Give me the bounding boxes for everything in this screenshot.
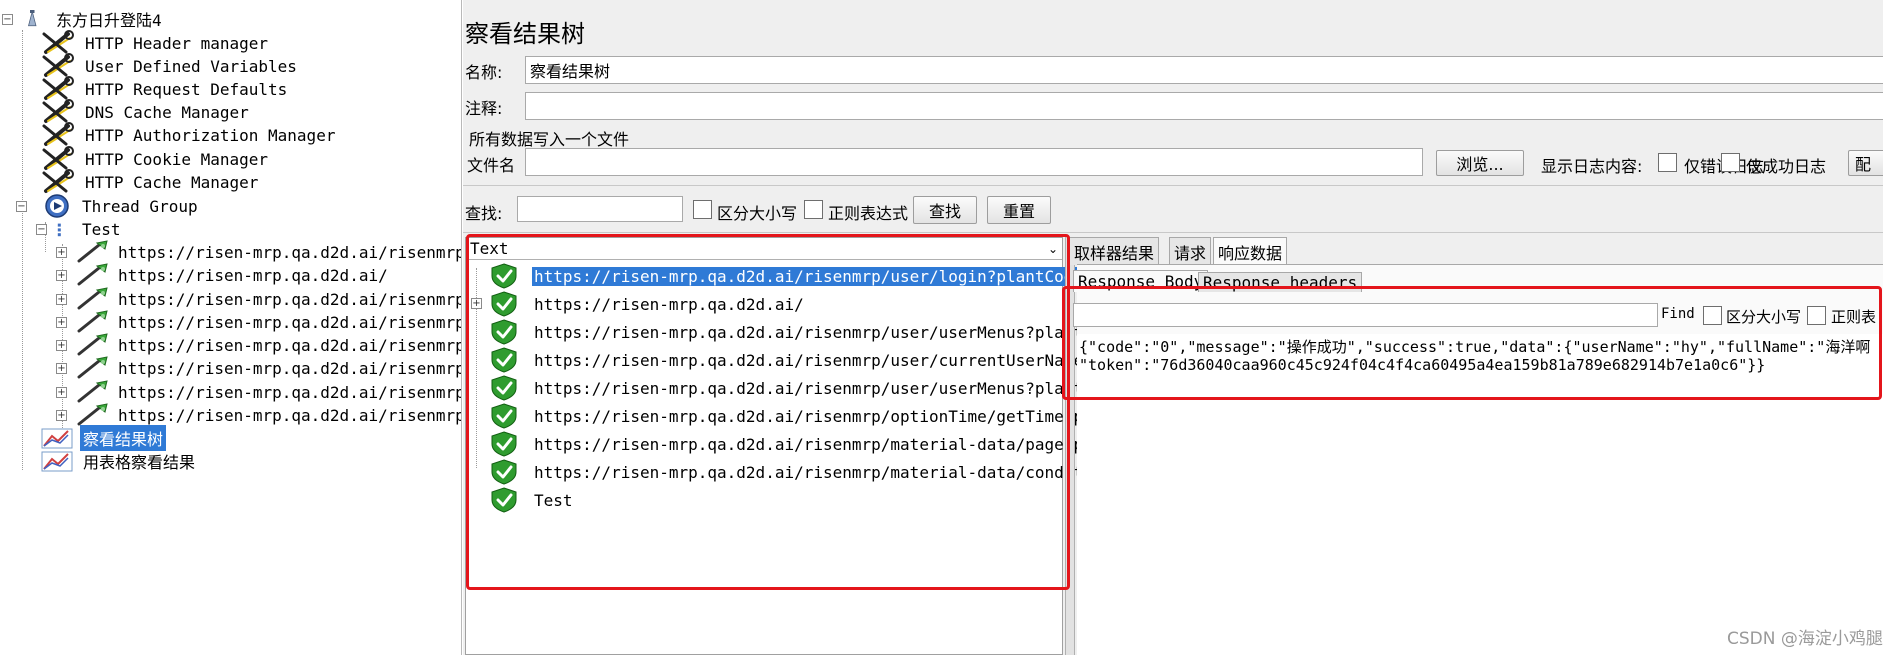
collapse-toggle[interactable]: − [2, 13, 13, 25]
page-title: 察看结果树 [465, 20, 585, 48]
search-input[interactable] [517, 196, 683, 222]
file-section-label: 所有数据写入一个文件 [469, 130, 630, 149]
expand-toggle[interactable]: + [56, 362, 67, 374]
name-label: 名称: [465, 63, 503, 82]
test-plan-tree[interactable]: − 东方日升登陆4 HTTP Header manager User Defin… [0, 0, 462, 655]
wrench-icon [42, 122, 75, 146]
log-content-label: 显示日志内容: [1541, 157, 1643, 176]
case-sensitive-label: 区分大小写 [717, 204, 798, 223]
tree-item-label: HTTP Authorization Manager [85, 125, 336, 145]
tree-item-label: Thread Group [82, 196, 198, 216]
divider [463, 185, 1883, 186]
divider [463, 232, 1883, 233]
tree-item-sampler[interactable]: + https://risen-mrp.qa.d2d.ai/ [56, 262, 391, 288]
find-button[interactable]: 查找 [913, 196, 977, 224]
comment-input[interactable] [525, 92, 1883, 120]
errors-only-checkbox[interactable] [1658, 153, 1677, 172]
highlight-response-data [1062, 286, 1882, 400]
name-input[interactable] [525, 56, 1883, 84]
expand-toggle[interactable]: + [56, 386, 67, 398]
expand-toggle[interactable]: + [56, 293, 67, 305]
expand-toggle[interactable]: + [56, 316, 67, 328]
watermark: CSDN @海淀小鸡腿 [1727, 629, 1883, 649]
tab-sampler-result[interactable]: 取样器结果 [1069, 237, 1160, 265]
test-plan-icon [28, 10, 37, 27]
highlight-results-list [466, 234, 1070, 590]
tree-item-label: 用表格察看结果 [83, 453, 196, 472]
case-sensitive-checkbox[interactable] [693, 200, 712, 219]
expand-toggle[interactable]: + [56, 409, 67, 421]
tree-item-label: https://risen-mrp.qa.d2d.ai/risenmrp/ [118, 382, 462, 402]
tree-item-label: Test [82, 219, 121, 239]
expand-toggle[interactable]: + [56, 339, 67, 351]
tree-item-label: https://risen-mrp.qa.d2d.ai/risenmrp/ [118, 405, 462, 425]
filename-label: 文件名 [467, 156, 516, 175]
tree-item-view-results-table[interactable]: 用表格察看结果 [38, 448, 198, 474]
tree-item-http-authorization-manager[interactable]: HTTP Authorization Manager [40, 122, 338, 148]
collapse-toggle[interactable]: − [36, 223, 47, 235]
configure-button[interactable]: 配 [1848, 150, 1883, 176]
tree-item-label: https://risen-mrp.qa.d2d.ai/risenmrp/ [118, 358, 462, 378]
tree-item-label: HTTP Cache Manager [85, 172, 259, 192]
tree-item-label: HTTP Request Defaults [85, 79, 288, 99]
comment-label: 注释: [465, 99, 503, 118]
tree-item-label: https://risen-mrp.qa.d2d.ai/risenmrp/ [118, 242, 462, 262]
tree-item-label: https://risen-mrp.qa.d2d.ai/risenmrp/ [118, 289, 462, 309]
collapse-toggle[interactable]: − [16, 200, 27, 212]
tree-item-http-cache-manager[interactable]: HTTP Cache Manager [40, 169, 261, 195]
wrench-icon [42, 169, 75, 193]
tree-item-test-plan[interactable]: − 东方日升登陆4 [0, 6, 165, 32]
tree-item-label: HTTP Cookie Manager [85, 149, 269, 169]
tree-item-label: User Defined Variables [85, 56, 297, 76]
regex-checkbox[interactable] [804, 200, 823, 219]
regex-label: 正则表达式 [828, 204, 909, 223]
reset-button[interactable]: 重置 [987, 196, 1051, 224]
tree-item-label: 东方日升登陆4 [56, 11, 162, 30]
pipette-icon [77, 355, 109, 379]
expand-toggle[interactable]: + [56, 269, 67, 281]
tree-item-label: https://risen-mrp.qa.d2d.ai/risenmrp/ [118, 335, 462, 355]
tree-item-label: HTTP Header manager [85, 33, 269, 53]
tree-item-label: https://risen-mrp.qa.d2d.ai/risenmrp/ [118, 312, 462, 332]
pipette-icon [77, 262, 109, 286]
tree-item-label: https://risen-mrp.qa.d2d.ai/ [118, 265, 388, 285]
success-only-label: 仅成功日志 [1746, 157, 1827, 176]
tab-response-data[interactable]: 响应数据 [1213, 237, 1288, 265]
tab-request[interactable]: 请求 [1169, 237, 1212, 265]
tree-item-sampler[interactable]: + https://risen-mrp.qa.d2d.ai/risenmrp/ [56, 355, 462, 381]
filename-input[interactable] [525, 148, 1423, 176]
search-label: 查找: [465, 204, 503, 223]
graph-icon [41, 451, 73, 472]
tree-item-label: DNS Cache Manager [85, 102, 249, 122]
success-only-checkbox[interactable] [1721, 153, 1740, 172]
expand-toggle[interactable]: + [56, 246, 67, 258]
browse-button[interactable]: 浏览... [1436, 150, 1524, 176]
